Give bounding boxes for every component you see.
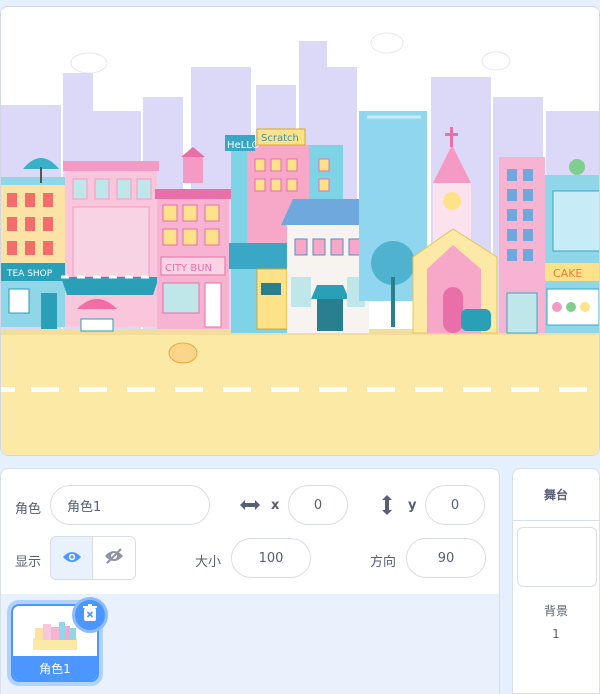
delete-sprite-button[interactable] [72,597,108,633]
city-backdrop: TEA SHOP CITY BUN HeLLO Scratch CAKE [1,7,599,455]
sprite-info-panel: 角色 角色1 x 0 y 0 显示 大小 100 方向 90 [0,468,500,594]
hide-button[interactable] [93,537,135,579]
x-label: x [271,498,280,513]
size-value: 100 [258,550,284,566]
y-value: 0 [450,497,460,513]
svg-text:Scratch: Scratch [261,133,299,144]
sprite-thumbnail [33,618,77,650]
stage[interactable]: TEA SHOP CITY BUN HeLLO Scratch CAKE [0,6,600,456]
svg-text:CAKE: CAKE [553,267,582,280]
direction-value: 90 [437,550,455,566]
x-input[interactable]: 0 [288,485,348,525]
backdrops-count: 1 [552,627,560,641]
svg-text:CITY BUN: CITY BUN [165,263,212,274]
size-label: 大小 [195,555,222,570]
direction-input[interactable]: 90 [406,538,486,578]
sprite-name-value: 角色1 [67,499,102,515]
show-button[interactable] [51,537,94,579]
sprite-tile-name: 角色1 [13,656,97,680]
stage-selector-panel[interactable]: 舞台 背景 1 [512,468,600,694]
sprite-name-input[interactable]: 角色1 [50,485,210,525]
svg-text:TEA SHOP: TEA SHOP [6,269,53,279]
horizontal-arrows-icon [239,497,261,516]
direction-label: 方向 [370,555,397,570]
size-input[interactable]: 100 [231,538,311,578]
eye-slash-icon [104,548,124,568]
eye-icon [62,549,82,568]
y-input[interactable]: 0 [425,485,485,525]
stage-panel-title: 舞台 [513,469,599,521]
y-label: y [408,498,417,513]
sprite-label: 角色 [15,502,42,517]
svg-text:HeLLO: HeLLO [227,140,259,151]
trash-icon [82,604,98,626]
visibility-toggle [50,536,136,580]
x-value: 0 [313,497,323,513]
backdrops-label: 背景 [543,604,568,618]
stage-thumbnail[interactable] [517,527,597,587]
vertical-arrows-icon [380,494,394,520]
show-label: 显示 [15,555,42,570]
